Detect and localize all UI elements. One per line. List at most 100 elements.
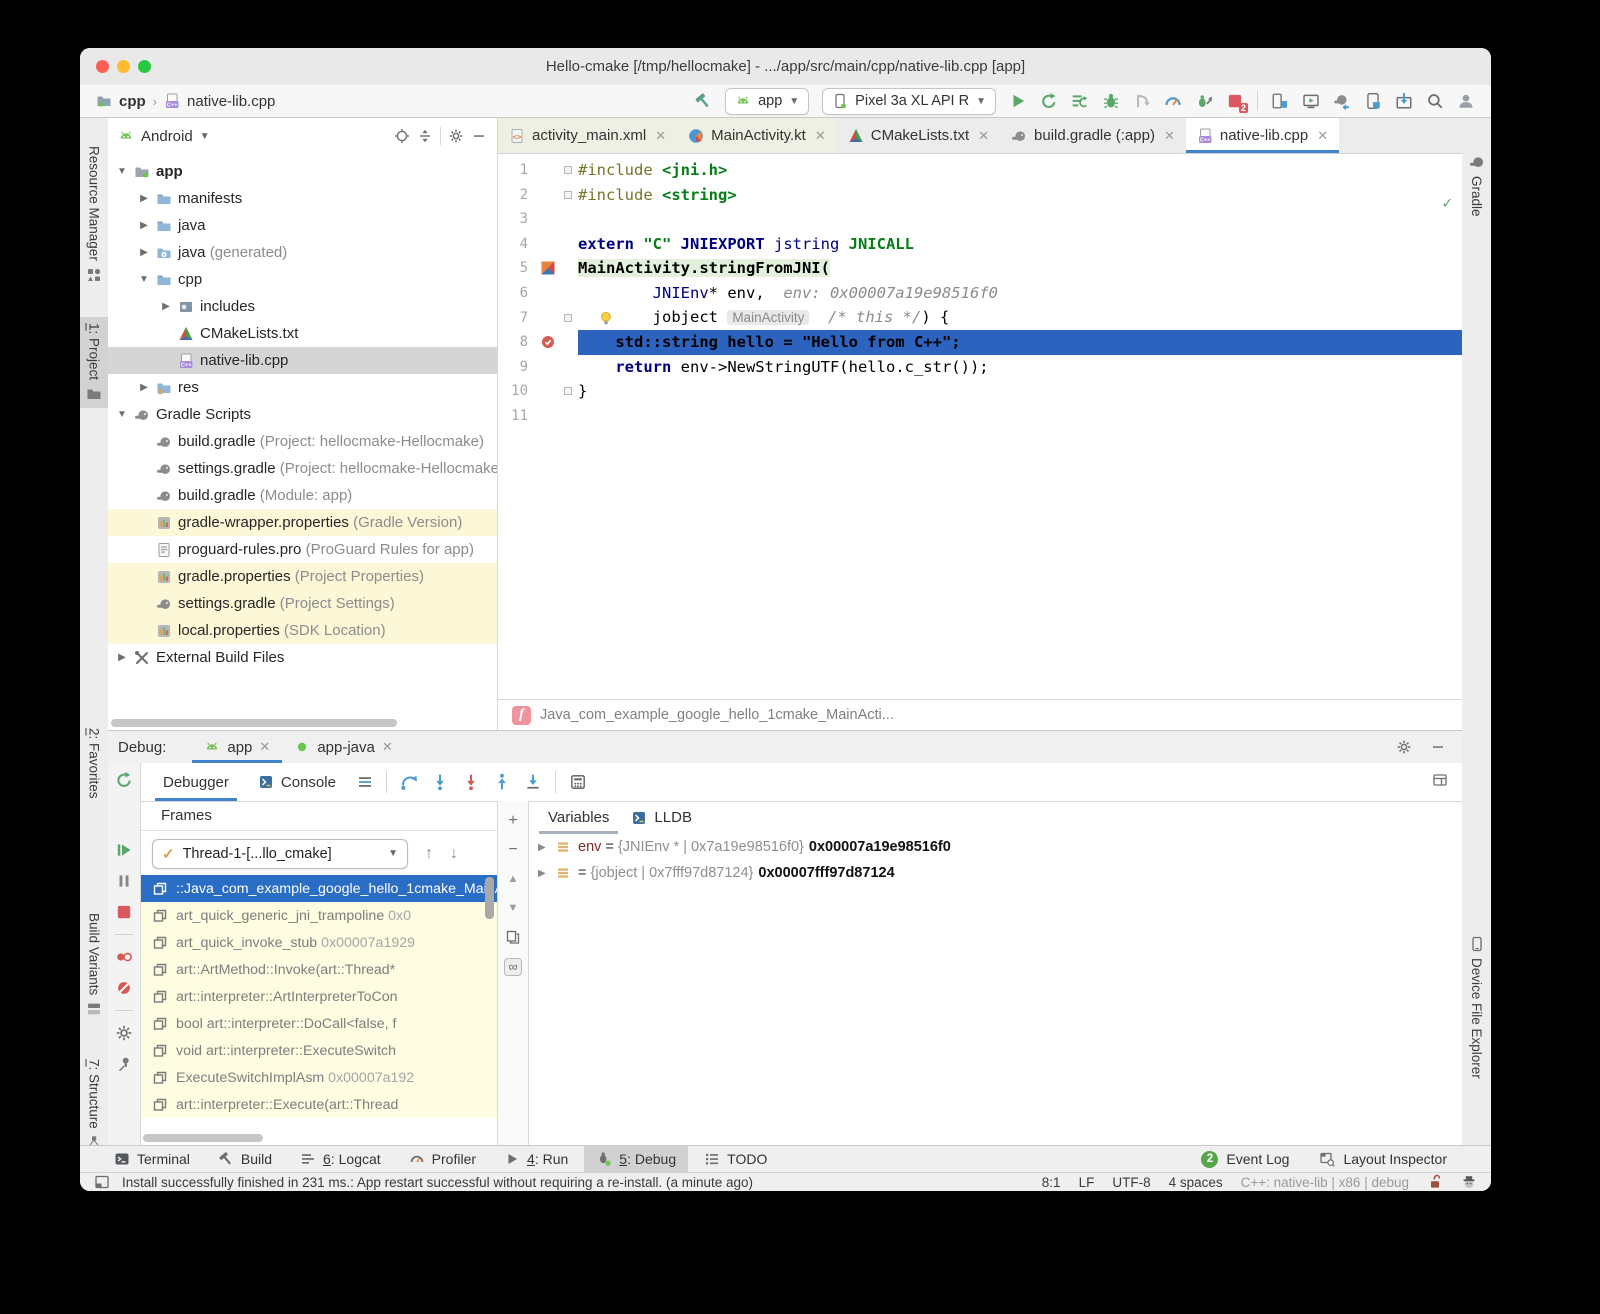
minimize-window-button[interactable]: [117, 60, 130, 73]
toolwindow-button-build[interactable]: Build: [206, 1146, 284, 1172]
editor-tab-mainactivity-kt[interactable]: MainActivity.kt ✕: [677, 118, 837, 153]
editor-gutter[interactable]: 1: [498, 158, 578, 183]
layout-inspector-toolbar-button[interactable]: [1364, 92, 1382, 110]
file-encoding[interactable]: UTF-8: [1112, 1175, 1150, 1190]
select-opened-file-button[interactable]: [394, 128, 410, 144]
caret-position[interactable]: 8:1: [1042, 1175, 1061, 1190]
sync-gradle-button[interactable]: [1333, 92, 1351, 110]
stack-frame[interactable]: art_quick_generic_jni_trampoline 0x0: [141, 902, 497, 929]
previous-frame-button[interactable]: ↑: [425, 845, 433, 863]
pin-tab-button[interactable]: [115, 1055, 133, 1073]
run-button[interactable]: [1009, 92, 1027, 110]
expand-icon[interactable]: ▶: [538, 868, 548, 879]
stack-frame[interactable]: art_quick_invoke_stub 0x00007a1929: [141, 929, 497, 956]
editor-gutter[interactable]: 4: [498, 232, 578, 257]
stripe-item-2-favorites[interactable]: 2: Favorites: [80, 722, 108, 827]
stripe-item-1-project[interactable]: 1: Project: [80, 317, 108, 408]
tree-item-native-lib-cpp[interactable]: C++ native-lib.cpp: [108, 347, 497, 374]
tree-item-cpp[interactable]: ▼ cpp: [108, 266, 497, 293]
tree-toggle-icon[interactable]: ▶: [116, 652, 128, 663]
tree-item-proguard-rules-pro[interactable]: proguard-rules.pro (ProGuard Rules for a…: [108, 536, 497, 563]
mute-breakpoints-button[interactable]: [115, 979, 133, 997]
restore-layout-button[interactable]: [1432, 772, 1448, 788]
project-horizontal-scrollbar[interactable]: [111, 719, 397, 727]
apply-code-changes-button[interactable]: [1071, 92, 1089, 110]
tree-item-build-gradle[interactable]: build.gradle (Project: hellocmake-Helloc…: [108, 428, 497, 455]
tree-item-settings-gradle[interactable]: settings.gradle (Project: hellocmake-Hel…: [108, 455, 497, 482]
view-breakpoints-button[interactable]: [115, 948, 133, 966]
pause-button[interactable]: [115, 872, 133, 890]
highlighting-level-icon[interactable]: [1461, 1174, 1477, 1190]
evaluate-expression-button[interactable]: [569, 773, 587, 791]
tree-item-includes[interactable]: ▶ includes: [108, 293, 497, 320]
step-into-button[interactable]: [431, 773, 449, 791]
profile-avatar[interactable]: [1457, 92, 1475, 110]
stripe-item-gradle[interactable]: Gradle: [1462, 148, 1491, 223]
move-watch-up-button[interactable]: ▲: [508, 871, 519, 887]
profile-disabled-button[interactable]: [1133, 92, 1151, 110]
editor-tab-native-lib-cpp[interactable]: C++ native-lib.cpp ✕: [1186, 118, 1339, 153]
run-config-selector[interactable]: app ▼: [725, 88, 809, 115]
toolwindow-button-4-run[interactable]: 4: Run: [492, 1146, 580, 1172]
tree-toggle-icon[interactable]: ▶: [160, 301, 172, 312]
tree-item-gradle-wrapper-properties[interactable]: gradle-wrapper.properties (Gradle Versio…: [108, 509, 497, 536]
stripe-item-build-variants[interactable]: Build Variants: [80, 907, 108, 1023]
tree-item-build-gradle[interactable]: build.gradle (Module: app): [108, 482, 497, 509]
tree-item-local-properties[interactable]: local.properties (SDK Location): [108, 617, 497, 644]
stop-button[interactable]: [115, 903, 133, 921]
editor-gutter[interactable]: 10: [498, 379, 578, 404]
fold-marker[interactable]: [564, 314, 572, 322]
kotlin-gutter-icon[interactable]: [540, 260, 556, 276]
debugger-settings-button[interactable]: [115, 1024, 133, 1042]
toolwindow-button-todo[interactable]: TODO: [692, 1146, 779, 1172]
stack-frame[interactable]: art::ArtMethod::Invoke(art::Thread*: [141, 956, 497, 983]
toolwindow-button-layout-inspector[interactable]: Layout Inspector: [1319, 1151, 1447, 1167]
step-out-button[interactable]: [493, 773, 511, 791]
stack-frame[interactable]: ExecuteSwitchImplAsm 0x00007a192: [141, 1064, 497, 1091]
debug-session-tab-app-java[interactable]: app-java ✕: [282, 731, 404, 763]
editor-gutter[interactable]: 3: [498, 207, 578, 232]
editor-tab-activity_main-xml[interactable]: <> activity_main.xml ✕: [498, 118, 677, 153]
move-watch-down-button[interactable]: ▼: [508, 900, 519, 916]
apply-changes-restart-button[interactable]: [1040, 92, 1058, 110]
tree-toggle-icon[interactable]: ▶: [138, 193, 150, 204]
tab-console[interactable]: Console: [250, 763, 344, 801]
close-icon[interactable]: ✕: [259, 739, 270, 755]
stripe-item-resource-manager[interactable]: Resource Manager: [80, 140, 108, 289]
close-icon[interactable]: ✕: [978, 128, 989, 144]
toolwindow-button-profiler[interactable]: Profiler: [397, 1146, 488, 1172]
editor-tab-cmakelists-txt[interactable]: CMakeLists.txt ✕: [837, 118, 1000, 153]
stack-frame[interactable]: ::Java_com_example_google_hello_1cmake_M…: [141, 875, 497, 902]
stripe-item-device-file-explorer[interactable]: Device File Explorer: [1462, 930, 1491, 1085]
editor-gutter[interactable]: 7: [498, 306, 578, 331]
tree-item-gradle-properties[interactable]: gradle.properties (Project Properties): [108, 563, 497, 590]
stack-frame[interactable]: art::interpreter::Execute(art::Thread: [141, 1091, 497, 1118]
indent-setting[interactable]: 4 spaces: [1169, 1175, 1223, 1190]
tree-item-java[interactable]: ▶ java (generated): [108, 239, 497, 266]
tree-item-manifests[interactable]: ▶ manifests: [108, 185, 497, 212]
editor-gutter[interactable]: 11: [498, 404, 578, 429]
frames-vertical-scrollbar[interactable]: [485, 877, 494, 919]
breakpoint-icon[interactable]: [540, 334, 556, 350]
sdk-manager-button[interactable]: [1395, 92, 1413, 110]
toolwindow-button-5-debug[interactable]: 5: Debug: [584, 1146, 688, 1172]
rerun-button[interactable]: [115, 771, 133, 789]
next-frame-button[interactable]: ↓: [450, 845, 458, 863]
running-devices-button[interactable]: [1302, 92, 1320, 110]
resume-button[interactable]: [115, 841, 133, 859]
debug-button[interactable]: [1102, 92, 1120, 110]
attach-debugger-button[interactable]: [1195, 92, 1213, 110]
duplicate-watch-button[interactable]: [505, 929, 521, 945]
project-view-selector[interactable]: Android: [141, 128, 193, 145]
editor-gutter[interactable]: 8: [498, 330, 578, 355]
frames-horizontal-scrollbar[interactable]: [143, 1134, 263, 1142]
device-manager-button[interactable]: [1271, 92, 1289, 110]
editor-tab-build-gradle-app-[interactable]: build.gradle (:app) ✕: [1000, 118, 1186, 153]
profiler-button[interactable]: [1164, 92, 1182, 110]
tree-toggle-icon[interactable]: ▼: [116, 166, 128, 177]
editor-gutter[interactable]: 9: [498, 355, 578, 380]
toolwindow-button-6-logcat[interactable]: 6: Logcat: [288, 1146, 393, 1172]
close-icon[interactable]: ✕: [1164, 128, 1175, 144]
stack-frame[interactable]: void art::interpreter::ExecuteSwitch: [141, 1037, 497, 1064]
tree-toggle-icon[interactable]: ▼: [116, 409, 128, 420]
